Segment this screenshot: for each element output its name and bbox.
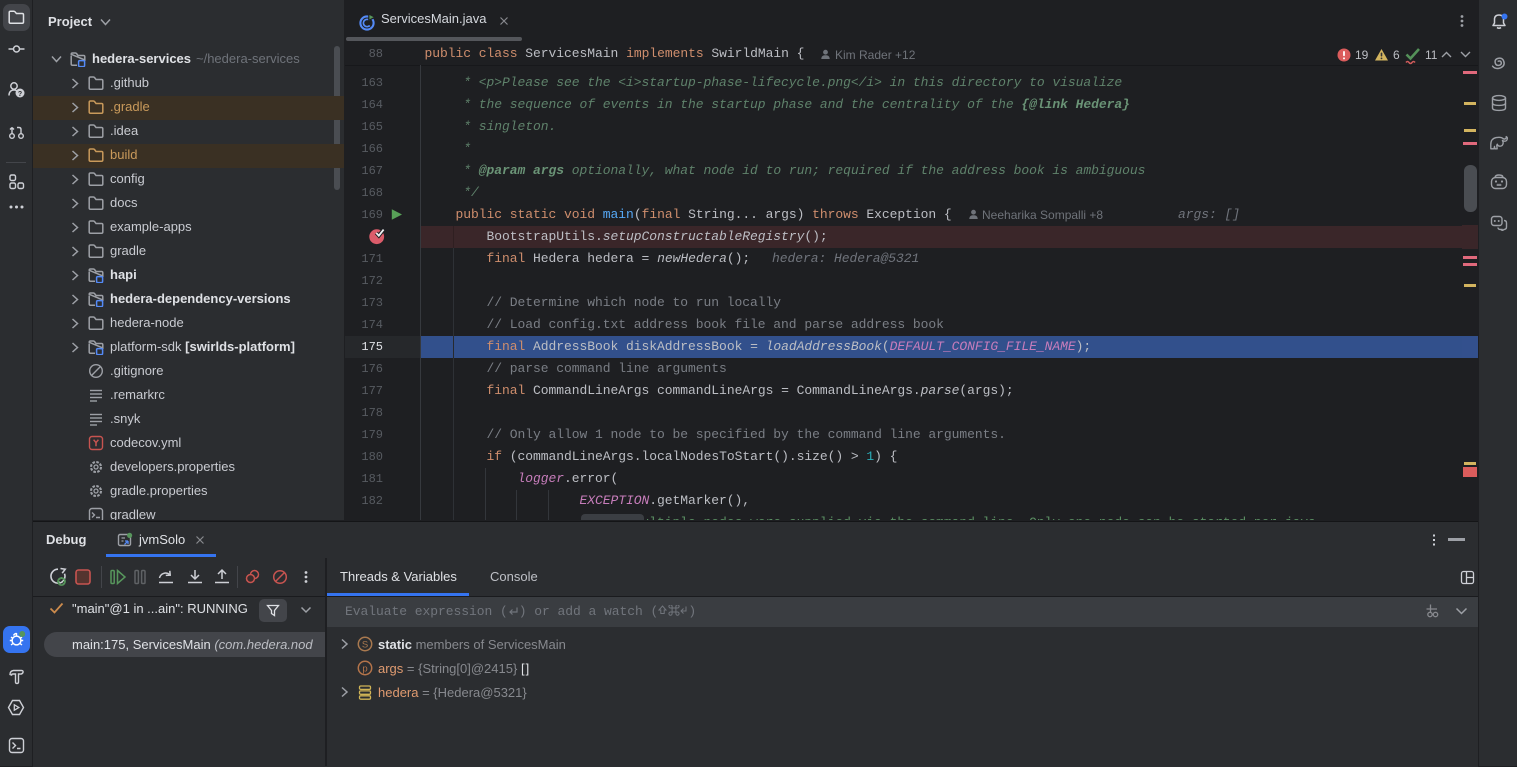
svg-text:p: p <box>362 663 367 674</box>
svg-text:S: S <box>362 639 368 650</box>
svg-text:?: ? <box>18 91 22 98</box>
